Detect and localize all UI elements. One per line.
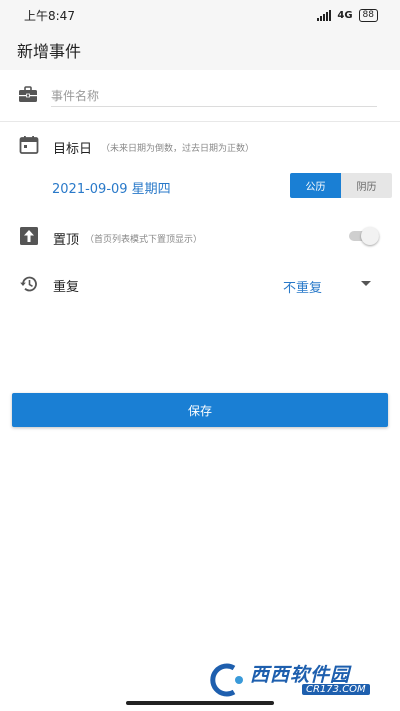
target-day-label: 目标日 [53, 142, 93, 157]
page-title: 新增事件 [17, 42, 82, 61]
status-time: 上午8:47 [24, 8, 75, 23]
event-name-section [0, 70, 400, 122]
calendar-type-toggle: 公历 阴历 [290, 173, 392, 198]
calendar-icon [19, 136, 39, 154]
event-name-input[interactable] [51, 85, 377, 107]
pin-label: 置顶 [53, 233, 80, 248]
network-label: 4G [337, 9, 353, 21]
signal-icon [317, 9, 332, 21]
battery-icon: 88 [358, 8, 378, 22]
toggle-knob [361, 227, 379, 245]
watermark-logo-icon [210, 663, 243, 697]
battery-level: 88 [362, 9, 374, 20]
briefcase-icon [19, 86, 37, 102]
watermark-domain: CR173.COM [302, 684, 370, 695]
repeat-label: 重复 [53, 280, 80, 295]
lunar-calendar-option[interactable]: 阴历 [341, 173, 392, 198]
pin-to-top-icon [20, 227, 38, 245]
target-date[interactable]: 2021-09-09 星期四 [52, 178, 171, 197]
target-day-hint: （未来日期为倒数，过去日期为正数） [101, 144, 255, 154]
home-indicator[interactable] [126, 701, 274, 705]
save-button[interactable]: 保存 [12, 393, 388, 427]
solar-calendar-option[interactable]: 公历 [290, 173, 341, 198]
watermark-title: 西西软件园 [250, 664, 351, 686]
history-icon [20, 276, 37, 292]
site-watermark: 西西软件园 CR173.COM [204, 658, 392, 702]
status-bar: 上午8:47 4G 88 [0, 0, 400, 30]
pin-toggle[interactable] [347, 227, 381, 245]
pin-hint: （首页列表模式下置顶显示） [85, 235, 203, 245]
status-indicators: 4G 88 [317, 8, 378, 22]
app-header: 新增事件 [0, 30, 400, 70]
repeat-value[interactable]: 不重复 [283, 277, 322, 296]
chevron-down-icon[interactable] [361, 281, 371, 286]
